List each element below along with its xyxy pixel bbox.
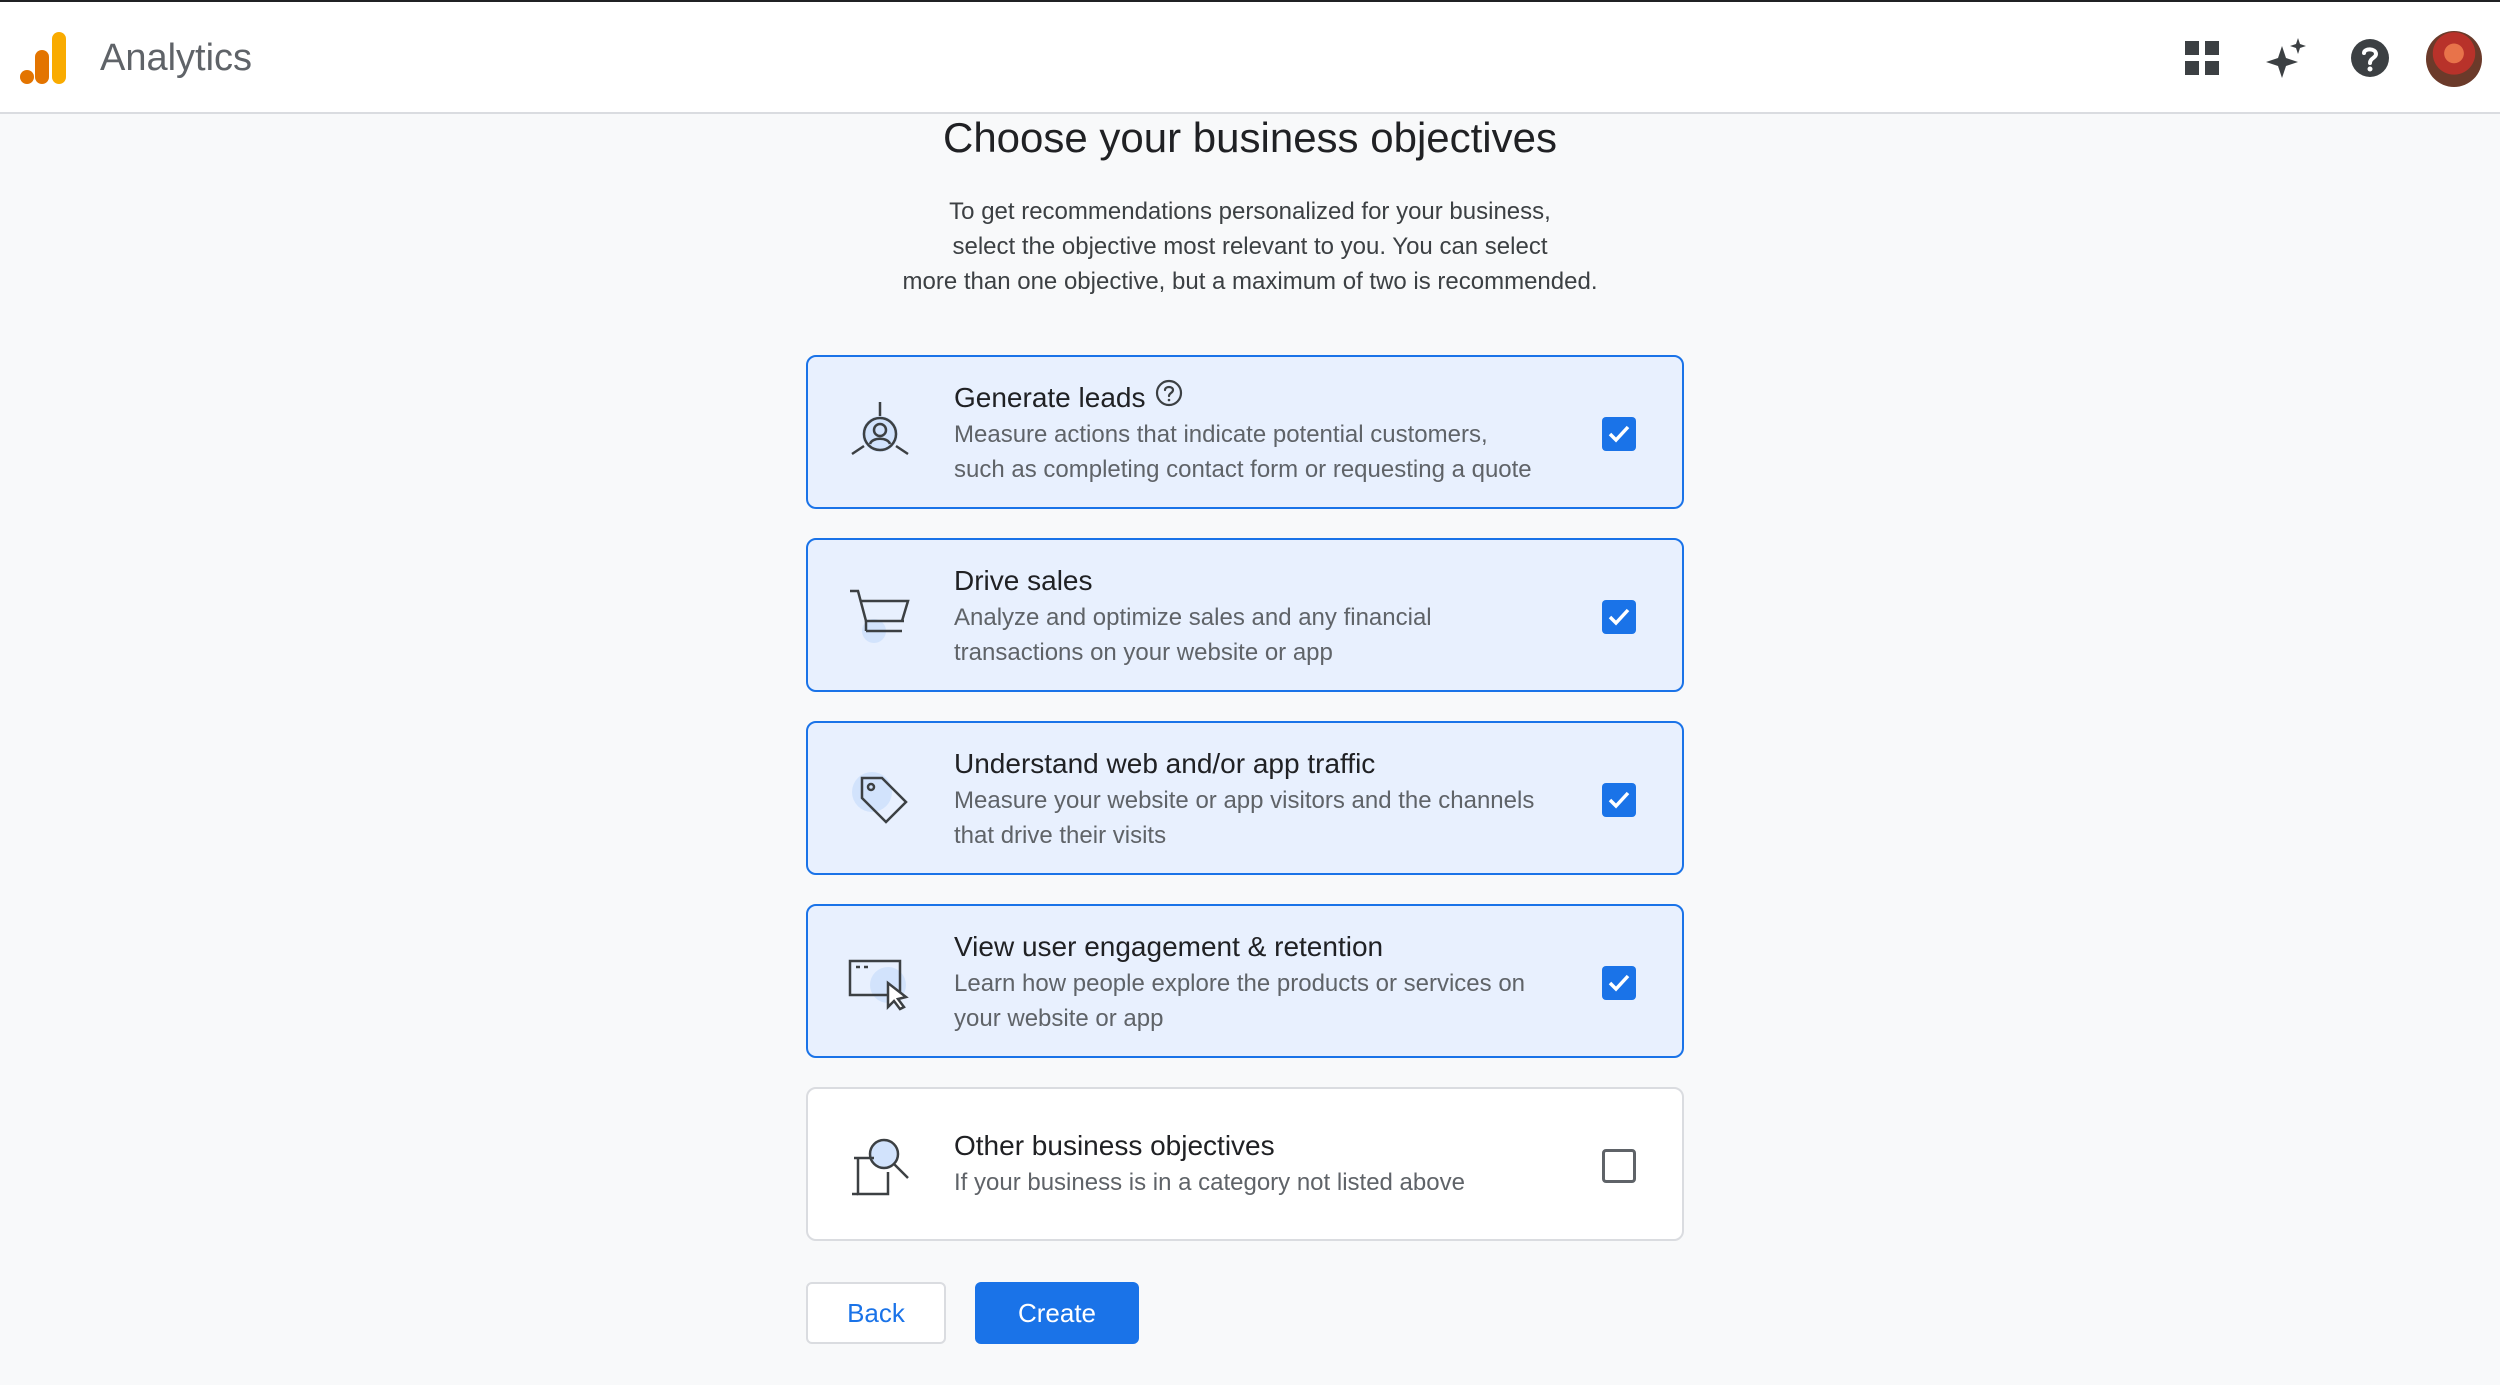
- info-help-icon[interactable]: [1155, 379, 1183, 417]
- screen-cursor-icon: [848, 951, 912, 1015]
- objective-card-user-engagement[interactable]: View user engagement & retention Learn h…: [806, 904, 1684, 1058]
- back-button[interactable]: Back: [806, 1282, 946, 1344]
- search-doc-icon: [848, 1134, 912, 1198]
- check-icon: [1608, 974, 1630, 992]
- objective-checkbox-checked[interactable]: [1602, 600, 1636, 634]
- check-icon: [1608, 608, 1630, 626]
- objective-checkbox-unchecked[interactable]: [1602, 1149, 1636, 1183]
- leads-icon: [848, 402, 912, 466]
- objective-card-generate-leads[interactable]: Generate leads Measure actions that indi…: [806, 355, 1684, 509]
- objective-description: Analyze and optimize sales and any finan…: [954, 604, 1432, 666]
- objective-card-other[interactable]: Other business objectives If your busine…: [806, 1087, 1684, 1241]
- objective-title: Generate leads: [954, 382, 1146, 413]
- apps-grid-icon[interactable]: [2176, 32, 2228, 84]
- tag-icon: [848, 768, 912, 832]
- objective-title: View user engagement & retention: [954, 931, 1384, 962]
- cart-icon: [848, 585, 912, 649]
- objective-description: Measure your website or app visitors and…: [954, 787, 1535, 849]
- sparkle-icon[interactable]: [2260, 32, 2312, 84]
- analytics-logo-icon[interactable]: [20, 32, 68, 84]
- objective-checkbox-checked[interactable]: [1602, 966, 1636, 1000]
- objective-description: Learn how people explore the products or…: [954, 970, 1526, 1032]
- objective-checkbox-checked[interactable]: [1602, 783, 1636, 817]
- check-icon: [1608, 791, 1630, 809]
- objective-title: Other business objectives: [954, 1130, 1275, 1161]
- objective-title: Understand web and/or app traffic: [954, 748, 1376, 779]
- help-icon[interactable]: [2344, 32, 2396, 84]
- objective-card-understand-traffic[interactable]: Understand web and/or app traffic Measur…: [806, 721, 1684, 875]
- objective-title: Drive sales: [954, 565, 1093, 596]
- objective-description: Measure actions that indicate potential …: [954, 421, 1532, 483]
- intro-text: To get recommendations personalized for …: [902, 198, 1598, 295]
- app-title: Analytics: [100, 37, 253, 79]
- top-app-bar: Analytics: [0, 2, 2500, 114]
- objective-card-drive-sales[interactable]: Drive sales Analyze and optimize sales a…: [806, 538, 1684, 692]
- check-icon: [1608, 425, 1630, 443]
- objective-description: If your business is in a category not li…: [954, 1169, 1465, 1196]
- page-title: Choose your business objectives: [942, 114, 1557, 161]
- create-button[interactable]: Create: [975, 1282, 1139, 1344]
- objective-checkbox-checked[interactable]: [1602, 417, 1636, 451]
- account-avatar[interactable]: [2426, 31, 2482, 87]
